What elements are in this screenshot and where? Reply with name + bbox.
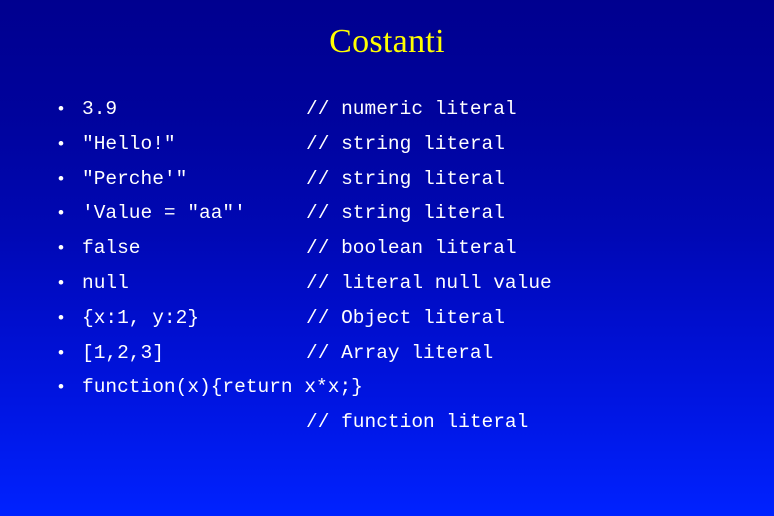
code-literal: 3.9 <box>82 98 118 120</box>
code-comment: // string literal <box>306 202 505 225</box>
list-item: • 3.9 // numeric literal <box>52 92 752 127</box>
list-item-content: {x:1, y:2} // Object literal <box>82 301 752 336</box>
list-item: • false // boolean literal <box>52 231 752 266</box>
code-comment: // function literal <box>306 411 529 434</box>
code-literal: [1,2,3] <box>82 341 164 364</box>
list-item: • 'Value = "aa"' // string literal <box>52 196 752 231</box>
list-item-continuation: // function literal <box>52 405 752 440</box>
code-comment: // boolean literal <box>306 237 517 260</box>
code-literal: {x:1, y:2} <box>82 306 200 329</box>
list-item: • {x:1, y:2} // Object literal <box>52 301 752 336</box>
bullet-marker-icon: • <box>58 272 64 292</box>
code-comment: // Object literal <box>306 306 505 329</box>
bullet-marker-icon: • <box>58 99 64 118</box>
list-item-content: 'Value = "aa"' // string literal <box>82 196 752 231</box>
code-comment: // Array literal <box>306 341 494 364</box>
code-comment: // string literal <box>306 167 505 190</box>
list-item: • [1,2,3] // Array literal <box>52 336 752 371</box>
slide: Costanti • 3.9 // numeric literal • "Hell… <box>0 0 774 516</box>
code-literal: false <box>82 237 141 260</box>
list-item-content: 3.9 // numeric literal <box>82 92 752 127</box>
list-item-content: false // boolean literal <box>82 231 752 266</box>
bullet-marker-icon: • <box>58 377 64 397</box>
code-literal: "Perche'" <box>82 167 188 190</box>
bullet-marker-icon: • <box>58 238 64 258</box>
bullet-marker-icon: • <box>58 203 64 223</box>
list-item: • "Perche'" // string literal <box>52 162 752 197</box>
page-title: Costanti <box>329 23 445 60</box>
list-item: • function(x){return x*x;} <box>52 370 752 405</box>
bullet-marker-icon: • <box>58 307 64 327</box>
code-literal: "Hello!" <box>82 132 176 155</box>
code-literal: function(x){return x*x;} <box>82 376 363 399</box>
list-item-content: "Perche'" // string literal <box>82 162 752 197</box>
list-item-content: [1,2,3] // Array literal <box>82 336 752 371</box>
code-comment: // string literal <box>306 132 505 155</box>
bullet-marker-icon: • <box>58 342 64 362</box>
list-item: • null // literal null value <box>52 266 752 301</box>
list-item-content: "Hello!" // string literal <box>82 127 752 162</box>
bullet-list: • 3.9 // numeric literal • "Hello!" // str… <box>52 92 752 440</box>
list-item: • "Hello!" // string literal <box>52 127 752 162</box>
list-item-content: null // literal null value <box>82 266 752 301</box>
bullet-marker-icon: • <box>58 168 64 188</box>
code-literal: 'Value = "aa"' <box>82 202 246 225</box>
code-literal: null <box>82 271 129 294</box>
bullet-marker-icon: • <box>58 133 64 153</box>
code-comment: // numeric literal <box>306 98 517 120</box>
code-comment: // literal null value <box>306 271 552 294</box>
list-item-content: function(x){return x*x;} <box>82 370 752 405</box>
